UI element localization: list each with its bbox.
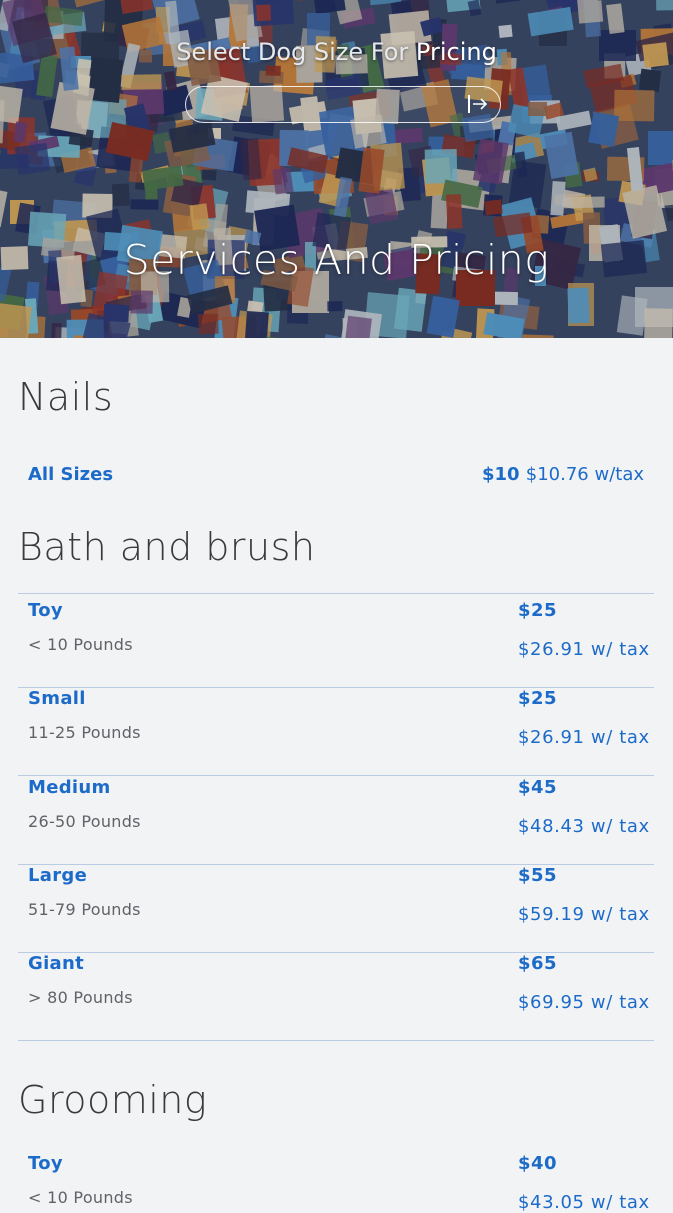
weight-range: 51-79 Pounds bbox=[28, 900, 141, 919]
size-name: Giant bbox=[28, 953, 85, 974]
price-value: $45 bbox=[518, 777, 558, 798]
price-row-bath-medium: Medium 26-50 Pounds $45 $48.43 w/ tax bbox=[18, 777, 654, 865]
size-select-title-strong: Pricing bbox=[415, 38, 497, 66]
price-with-tax: $26.91 w/ tax bbox=[518, 639, 650, 660]
divider bbox=[18, 593, 654, 594]
size-select-title-lead: Select Dog Size For bbox=[176, 38, 416, 66]
weight-range: 11-25 Pounds bbox=[28, 723, 141, 742]
size-name: All Sizes bbox=[28, 464, 114, 485]
hero-banner: Select Dog Size For Pricing Services And… bbox=[0, 0, 673, 338]
price-value: $55 bbox=[518, 865, 558, 886]
price-with-tax: $10.76 w/tax bbox=[525, 464, 644, 485]
size-name: Toy bbox=[28, 1153, 63, 1174]
price-value: $10 bbox=[482, 464, 520, 485]
size-select-title: Select Dog Size For Pricing bbox=[0, 38, 673, 66]
weight-range: > 80 Pounds bbox=[28, 988, 133, 1007]
weight-range: < 10 Pounds bbox=[28, 635, 133, 654]
price-row-bath-toy: Toy < 10 Pounds $25 $26.91 w/ tax bbox=[18, 600, 654, 688]
page-title: Services And Pricing bbox=[123, 236, 550, 284]
section-title-bath-and-brush: Bath and brush bbox=[18, 525, 316, 569]
section-title-grooming: Grooming bbox=[18, 1078, 208, 1122]
size-name: Toy bbox=[28, 600, 63, 621]
price-with-tax: $43.05 w/ tax bbox=[518, 1192, 650, 1213]
price-with-tax: $48.43 w/ tax bbox=[518, 816, 650, 837]
price-with-tax: $69.95 w/ tax bbox=[518, 992, 650, 1013]
dog-size-select[interactable] bbox=[185, 86, 501, 123]
price-with-tax: $59.19 w/ tax bbox=[518, 904, 650, 925]
price-row-bath-large: Large 51-79 Pounds $55 $59.19 w/ tax bbox=[18, 865, 654, 953]
size-name: Large bbox=[28, 865, 88, 886]
weight-range: < 10 Pounds bbox=[28, 1188, 133, 1207]
price-row-grooming-toy: Toy < 10 Pounds $40 $43.05 w/ tax bbox=[18, 1153, 654, 1213]
price-row-nails-all-sizes: All Sizes $10 $10.76 w/tax bbox=[18, 454, 654, 498]
price-value: $25 bbox=[518, 688, 558, 709]
price-value: $25 bbox=[518, 600, 558, 621]
price-value: $65 bbox=[518, 953, 558, 974]
size-name: Small bbox=[28, 688, 86, 709]
price-row-bath-giant: Giant > 80 Pounds $65 $69.95 w/ tax bbox=[18, 953, 654, 1041]
price-value: $40 bbox=[518, 1153, 558, 1174]
price-row-bath-small: Small 11-25 Pounds $25 $26.91 w/ tax bbox=[18, 688, 654, 776]
section-title-nails: Nails bbox=[18, 375, 114, 419]
price-with-tax: $26.91 w/ tax bbox=[518, 727, 650, 748]
weight-range: 26-50 Pounds bbox=[28, 812, 141, 831]
arrow-right-icon[interactable] bbox=[468, 94, 488, 114]
size-name: Medium bbox=[28, 777, 111, 798]
